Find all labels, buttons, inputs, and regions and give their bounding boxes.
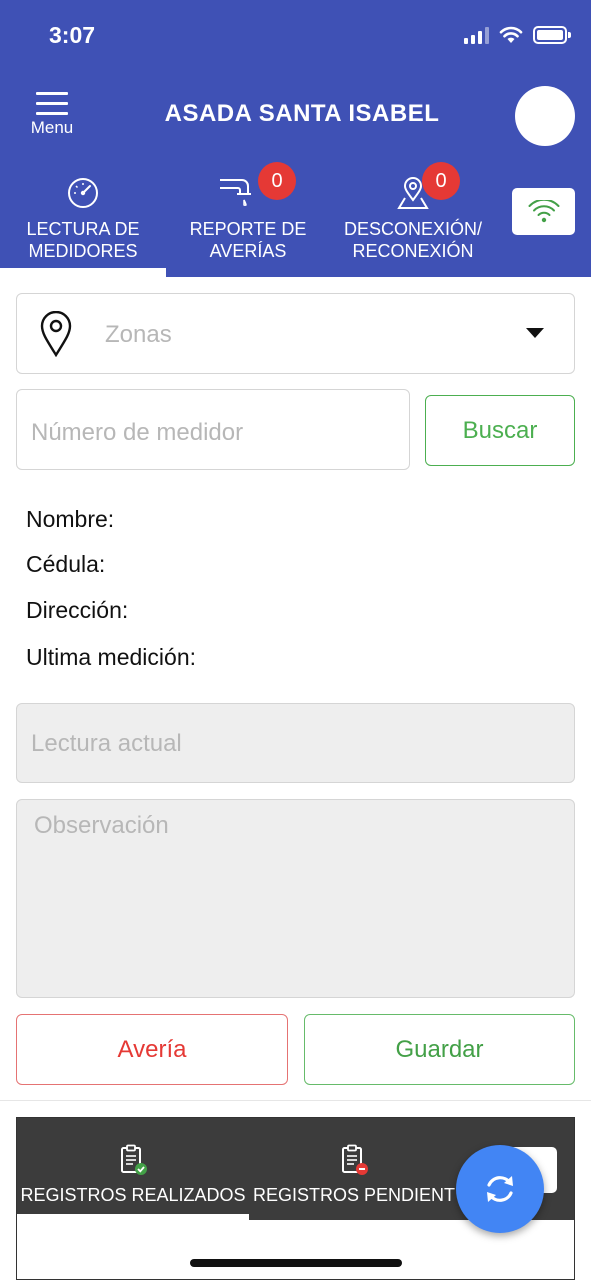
current-reading-placeholder: Lectura actual [31, 730, 182, 757]
pipe-leak-icon [220, 179, 252, 207]
tab-registros-realizados[interactable]: REGISTROS REALIZADOS [17, 1118, 249, 1220]
gauge-icon [68, 178, 98, 208]
tab-label: DESCONEXIÓN/RECONEXIÓN [343, 219, 483, 261]
meter-number-placeholder: Número de medidor [31, 419, 244, 446]
customer-id-label: Cédula: [26, 551, 106, 577]
desconexion-count-badge: 0 [422, 162, 460, 200]
tab-registros-pendientes[interactable]: REGISTROS PENDIENT [249, 1118, 459, 1220]
connection-status-button[interactable] [512, 188, 575, 235]
sync-button[interactable] [456, 1145, 544, 1233]
averias-count-badge: 0 [258, 162, 296, 200]
zone-select[interactable]: Zonas [16, 293, 575, 374]
status-time: 3:07 [49, 22, 96, 48]
app-header: 3:07 Menu ASADA SANTA ISABEL LECTURA DE M… [0, 0, 591, 277]
current-reading-input[interactable]: Lectura actual [16, 703, 575, 783]
tab-desconexion-reconexion[interactable]: 0 DESCONEXIÓN/RECONEXIÓN [330, 162, 496, 277]
tab-label: LECTURA DE MEDIDORES [26, 219, 140, 261]
records-done-label: REGISTROS REALIZADOS [20, 1185, 246, 1205]
avatar[interactable] [515, 86, 575, 146]
chevron-down-icon [526, 328, 544, 338]
app-title: ASADA SANTA ISABEL [164, 100, 440, 127]
clipboard-pending-icon [342, 1144, 368, 1175]
active-tab-indicator [0, 268, 166, 277]
search-button[interactable]: Buscar [425, 395, 575, 466]
last-reading-label: Ultima medición: [26, 644, 196, 670]
wifi-status-icon [499, 26, 523, 43]
save-button[interactable]: Guardar [304, 1014, 575, 1085]
zone-select-placeholder: Zonas [105, 321, 172, 348]
divider [0, 1100, 591, 1101]
location-pin-icon [40, 311, 72, 357]
records-active-tab-indicator [17, 1214, 249, 1220]
clipboard-check-icon [121, 1144, 147, 1175]
records-pending-label: REGISTROS PENDIENT [252, 1185, 456, 1205]
customer-name-label: Nombre: [26, 506, 115, 532]
home-indicator [190, 1259, 402, 1267]
status-icons [464, 26, 571, 44]
wifi-icon [528, 199, 559, 222]
meter-number-input[interactable]: Número de medidor [16, 389, 410, 470]
report-fault-button[interactable]: Avería [16, 1014, 288, 1085]
battery-icon [533, 26, 571, 44]
tab-reporte-averias[interactable]: 0 REPORTE DE AVERÍAS [166, 162, 330, 277]
cellular-signal-icon [464, 26, 489, 44]
observation-placeholder: Observación [34, 812, 169, 839]
customer-address-label: Dirección: [26, 597, 129, 623]
sync-icon [487, 1176, 513, 1202]
observation-textarea[interactable]: Observación [16, 799, 575, 998]
tab-label: REPORTE DE AVERÍAS [189, 219, 307, 261]
tab-lectura-medidores[interactable]: LECTURA DE MEDIDORES [0, 172, 166, 277]
